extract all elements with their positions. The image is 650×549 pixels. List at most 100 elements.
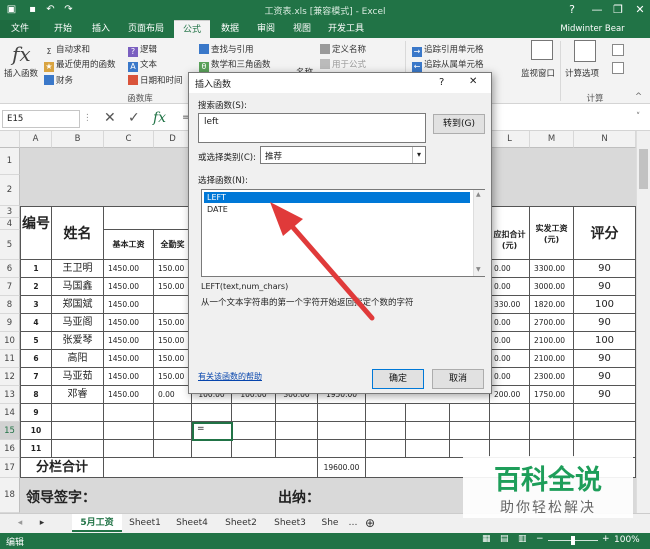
- column-header[interactable]: L: [490, 131, 530, 148]
- cell[interactable]: 150.00: [154, 350, 192, 368]
- zoom-level[interactable]: 100%: [614, 535, 640, 545]
- cell[interactable]: [52, 404, 104, 422]
- cell[interactable]: [232, 440, 276, 458]
- restore-button[interactable]: ❐: [606, 0, 630, 20]
- row-header[interactable]: 1: [0, 148, 20, 175]
- watch-window-icon[interactable]: [531, 40, 553, 60]
- cell-name[interactable]: 马国鑫: [52, 278, 104, 296]
- cell[interactable]: 0.00: [490, 332, 530, 350]
- cell-name[interactable]: 邓睿: [52, 386, 104, 404]
- cell[interactable]: 0.00: [154, 386, 192, 404]
- cell[interactable]: 90: [574, 386, 636, 404]
- insert-function-icon[interactable]: fx: [12, 42, 31, 66]
- cell[interactable]: [366, 440, 406, 458]
- select-all-corner[interactable]: [0, 131, 20, 148]
- logical-button[interactable]: ? 逻辑: [128, 43, 157, 57]
- cell[interactable]: [490, 422, 530, 440]
- row-header[interactable]: 18: [0, 478, 20, 513]
- cell[interactable]: [154, 404, 192, 422]
- header-cell[interactable]: [104, 206, 192, 230]
- text-button[interactable]: A 文本: [128, 58, 157, 72]
- row-header[interactable]: 15: [0, 422, 20, 440]
- cell[interactable]: 100: [574, 296, 636, 314]
- calc-now-icon[interactable]: [612, 44, 624, 56]
- cell[interactable]: [154, 296, 192, 314]
- cell-number[interactable]: 11: [20, 440, 52, 458]
- column-header[interactable]: N: [574, 131, 636, 148]
- financial-button[interactable]: 财务: [44, 74, 73, 86]
- cell[interactable]: 0.00: [490, 314, 530, 332]
- header-score[interactable]: 评分: [574, 206, 636, 260]
- cell[interactable]: [232, 422, 276, 440]
- function-help-link[interactable]: 有关该函数的帮助: [198, 371, 262, 382]
- row-header[interactable]: 17: [0, 458, 20, 478]
- expand-formula-icon[interactable]: ˅: [636, 112, 640, 122]
- zoom-in-button[interactable]: +: [602, 534, 610, 544]
- category-select[interactable]: 推荐 ▾: [260, 146, 426, 164]
- subtotal-value[interactable]: 19600.00: [318, 458, 366, 478]
- cell[interactable]: [450, 404, 490, 422]
- cell[interactable]: [530, 404, 574, 422]
- cell[interactable]: [276, 440, 318, 458]
- tab-page-layout[interactable]: 页面布局: [122, 20, 170, 38]
- row-header[interactable]: 12: [0, 368, 20, 386]
- scroll-down-icon[interactable]: ▼: [476, 266, 481, 273]
- trace-precedents-button[interactable]: → 追踪引用单元格: [412, 43, 484, 57]
- calc-options-button[interactable]: 计算选项: [565, 67, 599, 79]
- cell[interactable]: [104, 458, 318, 478]
- cell[interactable]: 2700.00: [530, 314, 574, 332]
- column-header[interactable]: A: [20, 131, 52, 148]
- cell[interactable]: [318, 404, 366, 422]
- cell[interactable]: [276, 422, 318, 440]
- column-header[interactable]: D: [154, 131, 192, 148]
- row-header[interactable]: 3: [0, 206, 20, 218]
- cell[interactable]: [490, 404, 530, 422]
- row-header[interactable]: 4: [0, 218, 20, 230]
- tab-review[interactable]: 审阅: [250, 20, 282, 38]
- list-scrollbar[interactable]: ▲ ▼: [473, 190, 485, 276]
- collapse-ribbon-icon[interactable]: ^: [635, 92, 642, 102]
- cell[interactable]: [154, 422, 192, 440]
- cell[interactable]: 0.00: [490, 350, 530, 368]
- function-item-date[interactable]: DATE: [204, 204, 470, 215]
- column-header[interactable]: M: [530, 131, 574, 148]
- page-break-icon[interactable]: ▥: [518, 534, 527, 544]
- scroll-up-icon[interactable]: ▲: [476, 191, 481, 198]
- cell[interactable]: 3: [20, 296, 52, 314]
- cell-name[interactable]: 王卫明: [52, 260, 104, 278]
- user-name[interactable]: Midwinter Bear: [545, 20, 640, 38]
- cell[interactable]: [530, 422, 574, 440]
- recent-functions-button[interactable]: ★ 最近使用的函数: [44, 58, 116, 72]
- cell[interactable]: 90: [574, 350, 636, 368]
- watch-window-button[interactable]: 监视窗口: [521, 67, 555, 79]
- cell[interactable]: 1450.00: [104, 296, 154, 314]
- cell[interactable]: [406, 404, 450, 422]
- row-header[interactable]: 7: [0, 278, 20, 296]
- sheet-tab-sheet4[interactable]: Sheet4: [170, 514, 214, 532]
- row-header[interactable]: 16: [0, 440, 20, 458]
- cell[interactable]: 90: [574, 314, 636, 332]
- row-header[interactable]: 11: [0, 350, 20, 368]
- sheet-tab-more[interactable]: She: [316, 514, 344, 532]
- cell[interactable]: 1450.00: [104, 314, 154, 332]
- cashier-label[interactable]: 出纳：: [278, 487, 320, 507]
- tab-formulas[interactable]: 公式: [174, 20, 210, 38]
- prev-sheet-icon[interactable]: ◂: [14, 514, 26, 532]
- vertical-scrollbar[interactable]: [636, 131, 650, 513]
- cell[interactable]: 100: [574, 332, 636, 350]
- cell[interactable]: [406, 422, 450, 440]
- close-button[interactable]: ✕: [628, 0, 650, 20]
- cell[interactable]: 200.00: [490, 386, 530, 404]
- cell[interactable]: 90: [574, 278, 636, 296]
- cell[interactable]: 90: [574, 368, 636, 386]
- cell[interactable]: [154, 440, 192, 458]
- active-cell-e15[interactable]: =: [192, 422, 233, 441]
- cell[interactable]: 1820.00: [530, 296, 574, 314]
- cell[interactable]: [104, 404, 154, 422]
- cell[interactable]: 1450.00: [104, 332, 154, 350]
- cell[interactable]: 0.00: [490, 278, 530, 296]
- cell[interactable]: [192, 404, 232, 422]
- cell[interactable]: 1450.00: [104, 386, 154, 404]
- sheet-tab-may-salary[interactable]: 5月工资: [72, 514, 122, 532]
- row-header[interactable]: 10: [0, 332, 20, 350]
